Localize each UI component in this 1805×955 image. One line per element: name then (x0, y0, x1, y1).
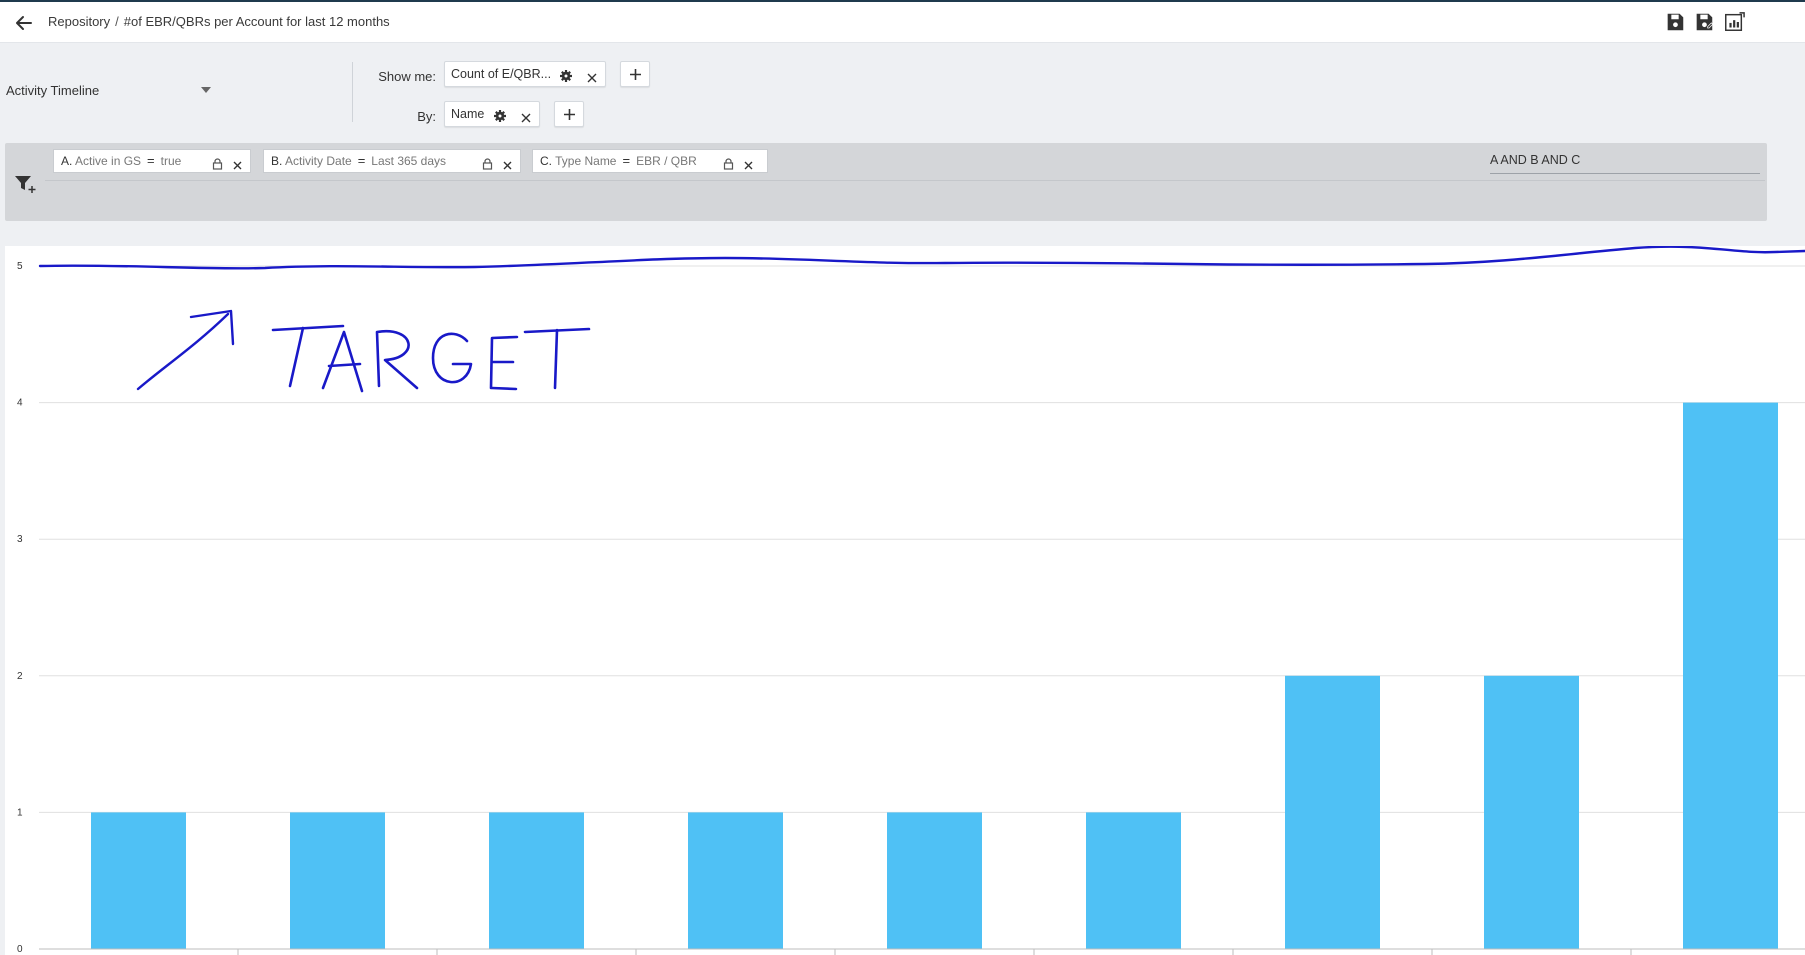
chart-bar[interactable] (887, 812, 982, 949)
plus-icon (630, 69, 641, 80)
lock-icon[interactable] (482, 155, 493, 170)
remove-measure-icon[interactable] (586, 68, 598, 83)
add-dimension-button[interactable] (554, 101, 584, 127)
remove-filter-icon[interactable] (743, 156, 754, 170)
y-tick-label: 2 (17, 671, 23, 682)
save-as-button[interactable] (1693, 11, 1715, 33)
save-icon (1667, 13, 1684, 31)
save-as-icon (1696, 13, 1714, 31)
y-tick-label: 5 (17, 261, 23, 272)
chart-bar[interactable] (688, 812, 783, 949)
filter-letter: A. (61, 154, 73, 168)
by-value: Name (451, 107, 485, 121)
back-button[interactable] (12, 11, 36, 35)
y-tick-label: 3 (17, 534, 23, 545)
add-filter-button[interactable] (13, 173, 39, 195)
filter-operator: = (147, 153, 155, 168)
filter-bar: A. Active in GS = true B. Activity Date = La… (5, 143, 1767, 221)
chart-bar[interactable] (1484, 675, 1579, 949)
filter-operator: = (622, 153, 631, 168)
chart-bar[interactable] (290, 812, 385, 949)
remove-filter-icon[interactable] (232, 156, 243, 170)
bar-chart: 0 1 2 3 4 5 (17, 246, 1805, 955)
filter-letter: C. (540, 154, 552, 168)
filter-value: EBR / QBR (636, 154, 697, 168)
plus-icon (564, 109, 575, 120)
remove-filter-icon[interactable] (502, 156, 513, 170)
filter-logic-input[interactable]: A AND B AND C (1490, 149, 1760, 174)
data-source-label: Activity Timeline (6, 83, 100, 98)
show-me-label: Show me: (378, 69, 436, 84)
chart-bar[interactable] (1285, 675, 1380, 949)
filter-field: Type Name (555, 154, 617, 168)
breadcrumb-separator: / (115, 14, 119, 29)
config-divider (352, 62, 353, 122)
filter-operator: = (357, 153, 366, 168)
arrow-left-icon (16, 16, 32, 30)
filter-field: Activity Date (285, 154, 352, 168)
filter-divider (45, 180, 1765, 181)
y-tick-label: 4 (17, 398, 23, 409)
target-handwritten-label (271, 324, 591, 393)
by-label: By: (417, 109, 436, 124)
filter-chip-c[interactable]: C. Type Name = EBR / QBR (532, 149, 768, 173)
chart-bar[interactable] (1683, 402, 1778, 950)
by-pill[interactable]: Name (444, 101, 540, 127)
save-button[interactable] (1664, 11, 1686, 33)
chart-export-icon (1725, 12, 1745, 31)
chart-bar[interactable] (489, 812, 584, 949)
filter-letter: B. (271, 154, 283, 168)
gear-icon[interactable] (559, 67, 573, 82)
report-title: #of EBR/QBRs per Account for last 12 mon… (123, 14, 390, 29)
breadcrumb: Repository / #of EBR/QBRs per Account for … (48, 14, 390, 29)
show-me-value: Count of E/QBR... (451, 67, 552, 81)
gear-icon[interactable] (493, 107, 507, 122)
lock-icon[interactable] (212, 155, 223, 170)
chart-panel: 0 1 2 3 4 5 (5, 246, 1805, 955)
target-line-annotation (38, 246, 1805, 270)
report-header: Repository / #of EBR/QBRs per Account for … (0, 2, 1805, 43)
filter-chip-b[interactable]: B. Activity Date = Last 365 days (263, 149, 521, 173)
chart-bar[interactable] (1086, 812, 1181, 949)
filter-value: true (160, 154, 182, 168)
filter-add-icon (15, 176, 36, 193)
chart-export-button[interactable] (1723, 11, 1745, 33)
lock-icon[interactable] (723, 155, 734, 170)
filter-chip-a[interactable]: A. Active in GS = true (53, 149, 251, 173)
chart-bar[interactable] (91, 812, 186, 949)
show-me-pill[interactable]: Count of E/QBR... (444, 61, 606, 87)
filter-field: Active in GS (75, 154, 142, 168)
y-tick-label: 1 (17, 807, 23, 818)
breadcrumb-root[interactable]: Repository (48, 14, 110, 29)
remove-dimension-icon[interactable] (520, 108, 532, 123)
filter-value: Last 365 days (371, 154, 447, 168)
arrow-up-right-icon (136, 309, 235, 391)
add-measure-button[interactable] (620, 61, 650, 87)
caret-down-icon (201, 87, 211, 93)
data-source-dropdown[interactable]: Activity Timeline (6, 82, 216, 102)
y-tick-label: 0 (17, 944, 23, 955)
